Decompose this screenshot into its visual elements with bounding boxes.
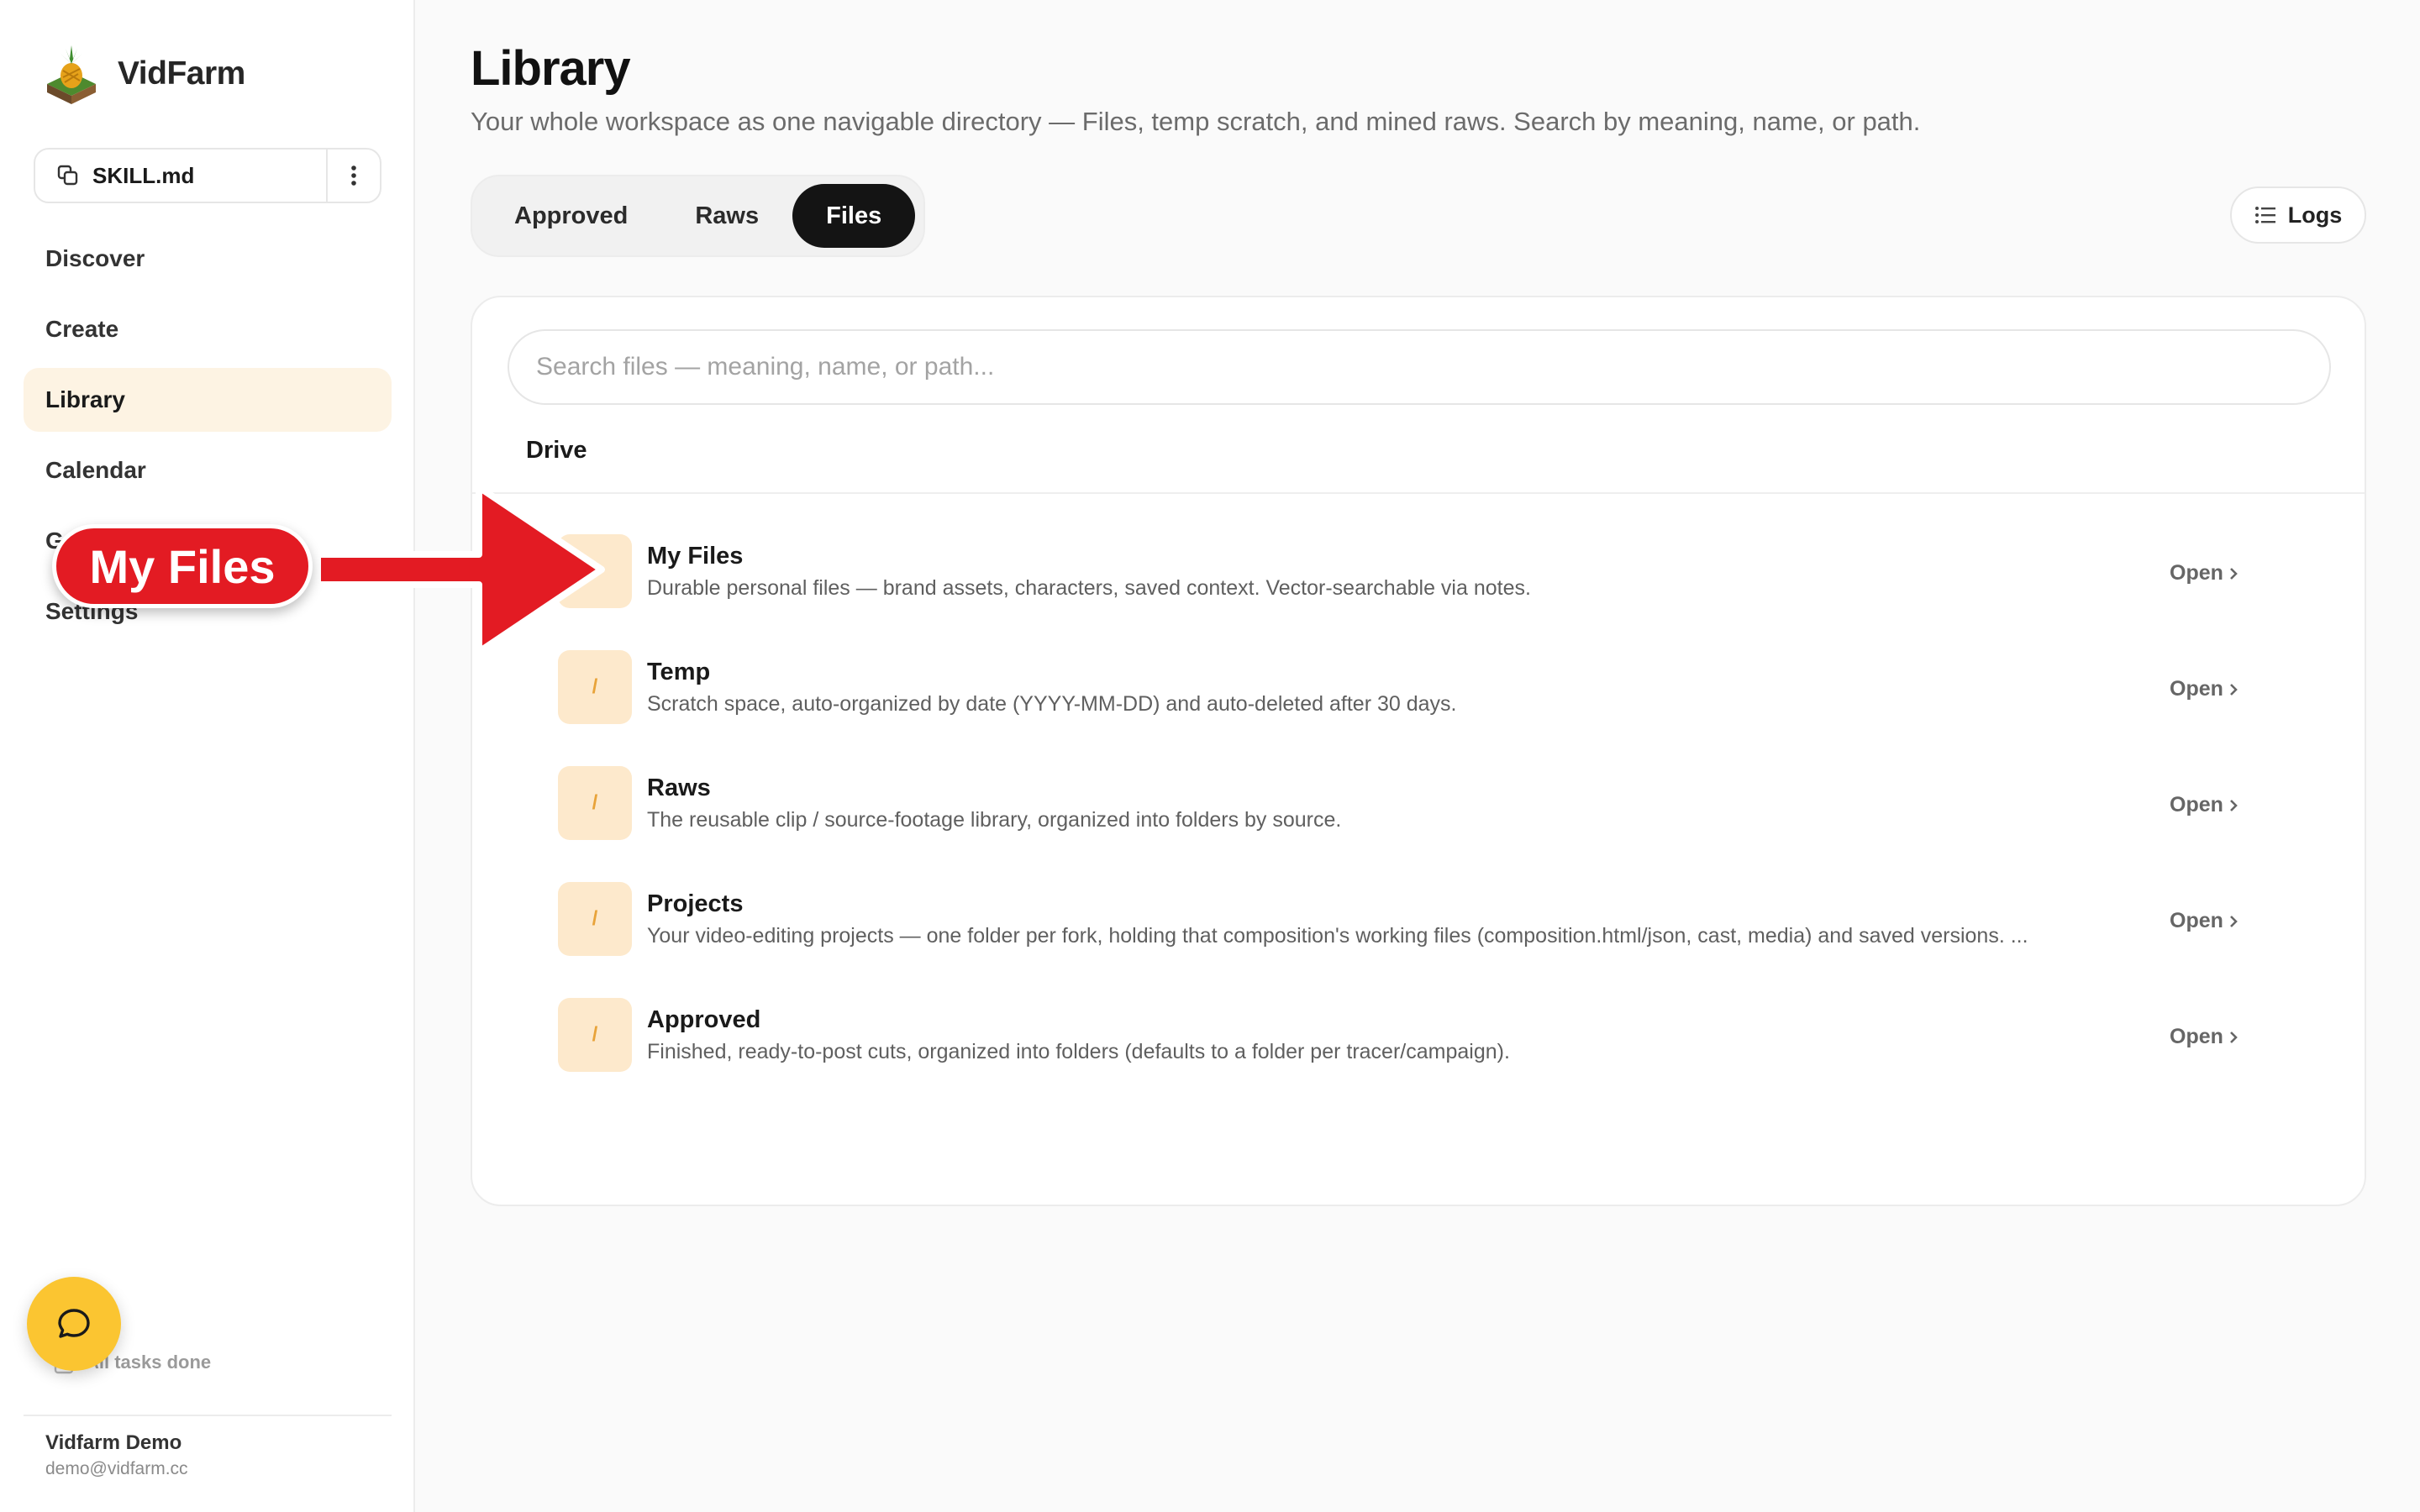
open-button[interactable]: Open	[2170, 1025, 2238, 1049]
skill-more-button[interactable]	[326, 150, 380, 202]
folder-description: Finished, ready-to-post cuts, organized …	[647, 1040, 1510, 1063]
folder-name: Temp	[647, 659, 711, 685]
page-title: Library	[471, 41, 631, 96]
folder-icon: /	[558, 766, 632, 840]
tab-approved[interactable]: Approved	[481, 184, 661, 248]
folder-icon: /	[558, 882, 632, 956]
folder-list: / My Files Durable personal files — bran…	[472, 519, 2365, 1099]
open-label: Open	[2170, 677, 2223, 701]
list-item[interactable]: / Approved Finished, ready-to-post cuts,…	[472, 983, 2365, 1099]
folder-icon: /	[558, 998, 632, 1072]
open-label: Open	[2170, 793, 2223, 816]
sidebar-item-create[interactable]: Create	[24, 297, 392, 361]
folder-description: Your video-editing projects — one folder…	[647, 924, 2028, 948]
list-item[interactable]: / Raws The reusable clip / source-footag…	[472, 751, 2365, 867]
brand[interactable]: VidFarm	[42, 42, 245, 106]
list-item[interactable]: / Projects Your video-editing projects —…	[472, 867, 2365, 983]
files-card: Search files — meaning, name, or path...…	[471, 296, 2366, 1206]
section-title: Drive	[526, 437, 587, 464]
skill-file-selector: SKILL.md	[34, 148, 381, 203]
logs-button[interactable]: Logs	[2230, 186, 2366, 244]
folder-description: The reusable clip / source-footage libra…	[647, 808, 1342, 832]
open-button[interactable]: Open	[2170, 909, 2238, 933]
sidebar-divider	[24, 1415, 392, 1416]
page-subtitle: Your whole workspace as one navigable di…	[471, 107, 1921, 136]
chevron-right-icon	[2229, 1031, 2238, 1043]
tab-files[interactable]: Files	[792, 184, 916, 248]
tab-raws[interactable]: Raws	[661, 184, 792, 248]
open-button[interactable]: Open	[2170, 677, 2238, 701]
logs-label: Logs	[2287, 202, 2343, 228]
open-label: Open	[2170, 561, 2223, 585]
folder-name: Raws	[647, 774, 711, 801]
annotation-label: My Files	[89, 539, 276, 593]
list-item[interactable]: / My Files Durable personal files — bran…	[472, 519, 2365, 635]
chevron-right-icon	[2229, 799, 2238, 811]
annotation-arrow-icon	[314, 484, 605, 655]
chevron-right-icon	[2229, 683, 2238, 696]
search-input[interactable]: Search files — meaning, name, or path...	[508, 329, 2331, 405]
chevron-right-icon	[2229, 915, 2238, 927]
brand-name: VidFarm	[118, 55, 245, 92]
folder-name: Projects	[647, 890, 744, 917]
copy-icon	[57, 165, 78, 186]
open-label: Open	[2170, 909, 2223, 932]
search-placeholder: Search files — meaning, name, or path...	[536, 353, 995, 381]
chat-button[interactable]	[27, 1277, 121, 1371]
user-name: Vidfarm Demo	[45, 1431, 182, 1454]
sidebar-item-discover[interactable]: Discover	[24, 227, 392, 291]
open-button[interactable]: Open	[2170, 793, 2238, 817]
skill-file-label: SKILL.md	[92, 162, 195, 188]
open-button[interactable]: Open	[2170, 561, 2238, 585]
more-vertical-icon	[351, 165, 356, 186]
list-icon	[2254, 207, 2275, 223]
list-item[interactable]: / Temp Scratch space, auto-organized by …	[472, 635, 2365, 751]
pineapple-logo-icon	[47, 45, 96, 104]
open-label: Open	[2170, 1025, 2223, 1048]
chevron-right-icon	[2229, 567, 2238, 580]
user-email: demo@vidfarm.cc	[45, 1459, 188, 1478]
folder-description: Durable personal files — brand assets, c…	[647, 576, 1531, 600]
skill-file-button[interactable]: SKILL.md	[35, 150, 326, 202]
folder-name: My Files	[647, 543, 744, 570]
folder-name: Approved	[647, 1006, 761, 1033]
folder-description: Scratch space, auto-organized by date (Y…	[647, 692, 1457, 716]
library-tabs: Approved Raws Files	[471, 175, 926, 257]
chat-bubble-icon	[58, 1309, 90, 1338]
annotation-callout: My Files	[52, 524, 313, 608]
sidebar-item-library[interactable]: Library	[24, 368, 392, 432]
section-divider	[472, 492, 2365, 494]
